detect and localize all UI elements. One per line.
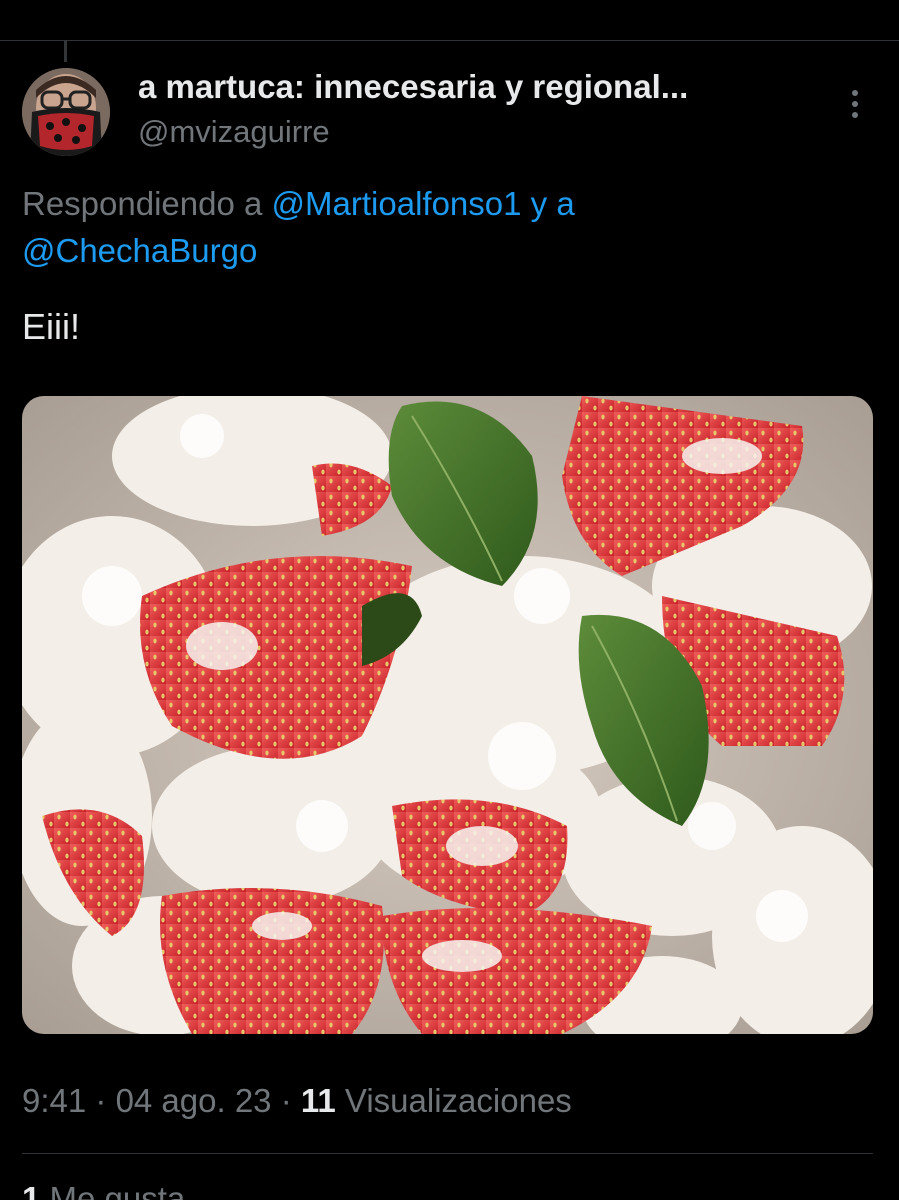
tweet-detail-page: a martuca: innecesaria y regional... @mv… [0, 0, 899, 1200]
tweet-text: Eiii! [22, 306, 81, 347]
meta-separator: · [271, 1082, 301, 1119]
views-count[interactable]: 11 [301, 1082, 336, 1119]
reply-context: Respondiendo a @Martioalfonso1 y a @Chec… [22, 180, 862, 274]
author-display-name[interactable]: a martuca: innecesaria y regional... [138, 68, 688, 106]
tweet-date[interactable]: 04 ago. 23 [116, 1082, 272, 1119]
more-options-button[interactable] [838, 84, 872, 124]
mention-link-martioalfonso1[interactable]: @Martioalfonso1 [272, 185, 522, 222]
stats-divider [22, 1153, 873, 1154]
reply-context-joiner: y a [521, 185, 575, 222]
tweet-media-photo[interactable] [22, 396, 873, 1034]
tweet-time[interactable]: 9:41 [22, 1082, 86, 1119]
mention-link-chechaburgo[interactable]: @ChechaBurgo [22, 232, 257, 269]
thread-connector-line [64, 40, 67, 62]
reply-context-prefix: Respondiendo a [22, 185, 272, 222]
tweet-meta: 9:41 · 04 ago. 23 · 11 Visualizaciones [22, 1082, 572, 1120]
avatar[interactable] [22, 68, 110, 156]
likes-stat[interactable]: 1 Me gusta [22, 1180, 185, 1200]
views-label[interactable]: Visualizaciones [336, 1082, 572, 1119]
food-photo [22, 396, 873, 1034]
avatar-image [22, 68, 110, 156]
likes-count: 1 [22, 1180, 41, 1200]
author-handle[interactable]: @mvizaguirre [138, 114, 330, 150]
likes-label: Me gusta [40, 1180, 186, 1200]
more-vertical-icon [852, 90, 858, 118]
top-divider [0, 40, 899, 41]
meta-separator: · [86, 1082, 116, 1119]
